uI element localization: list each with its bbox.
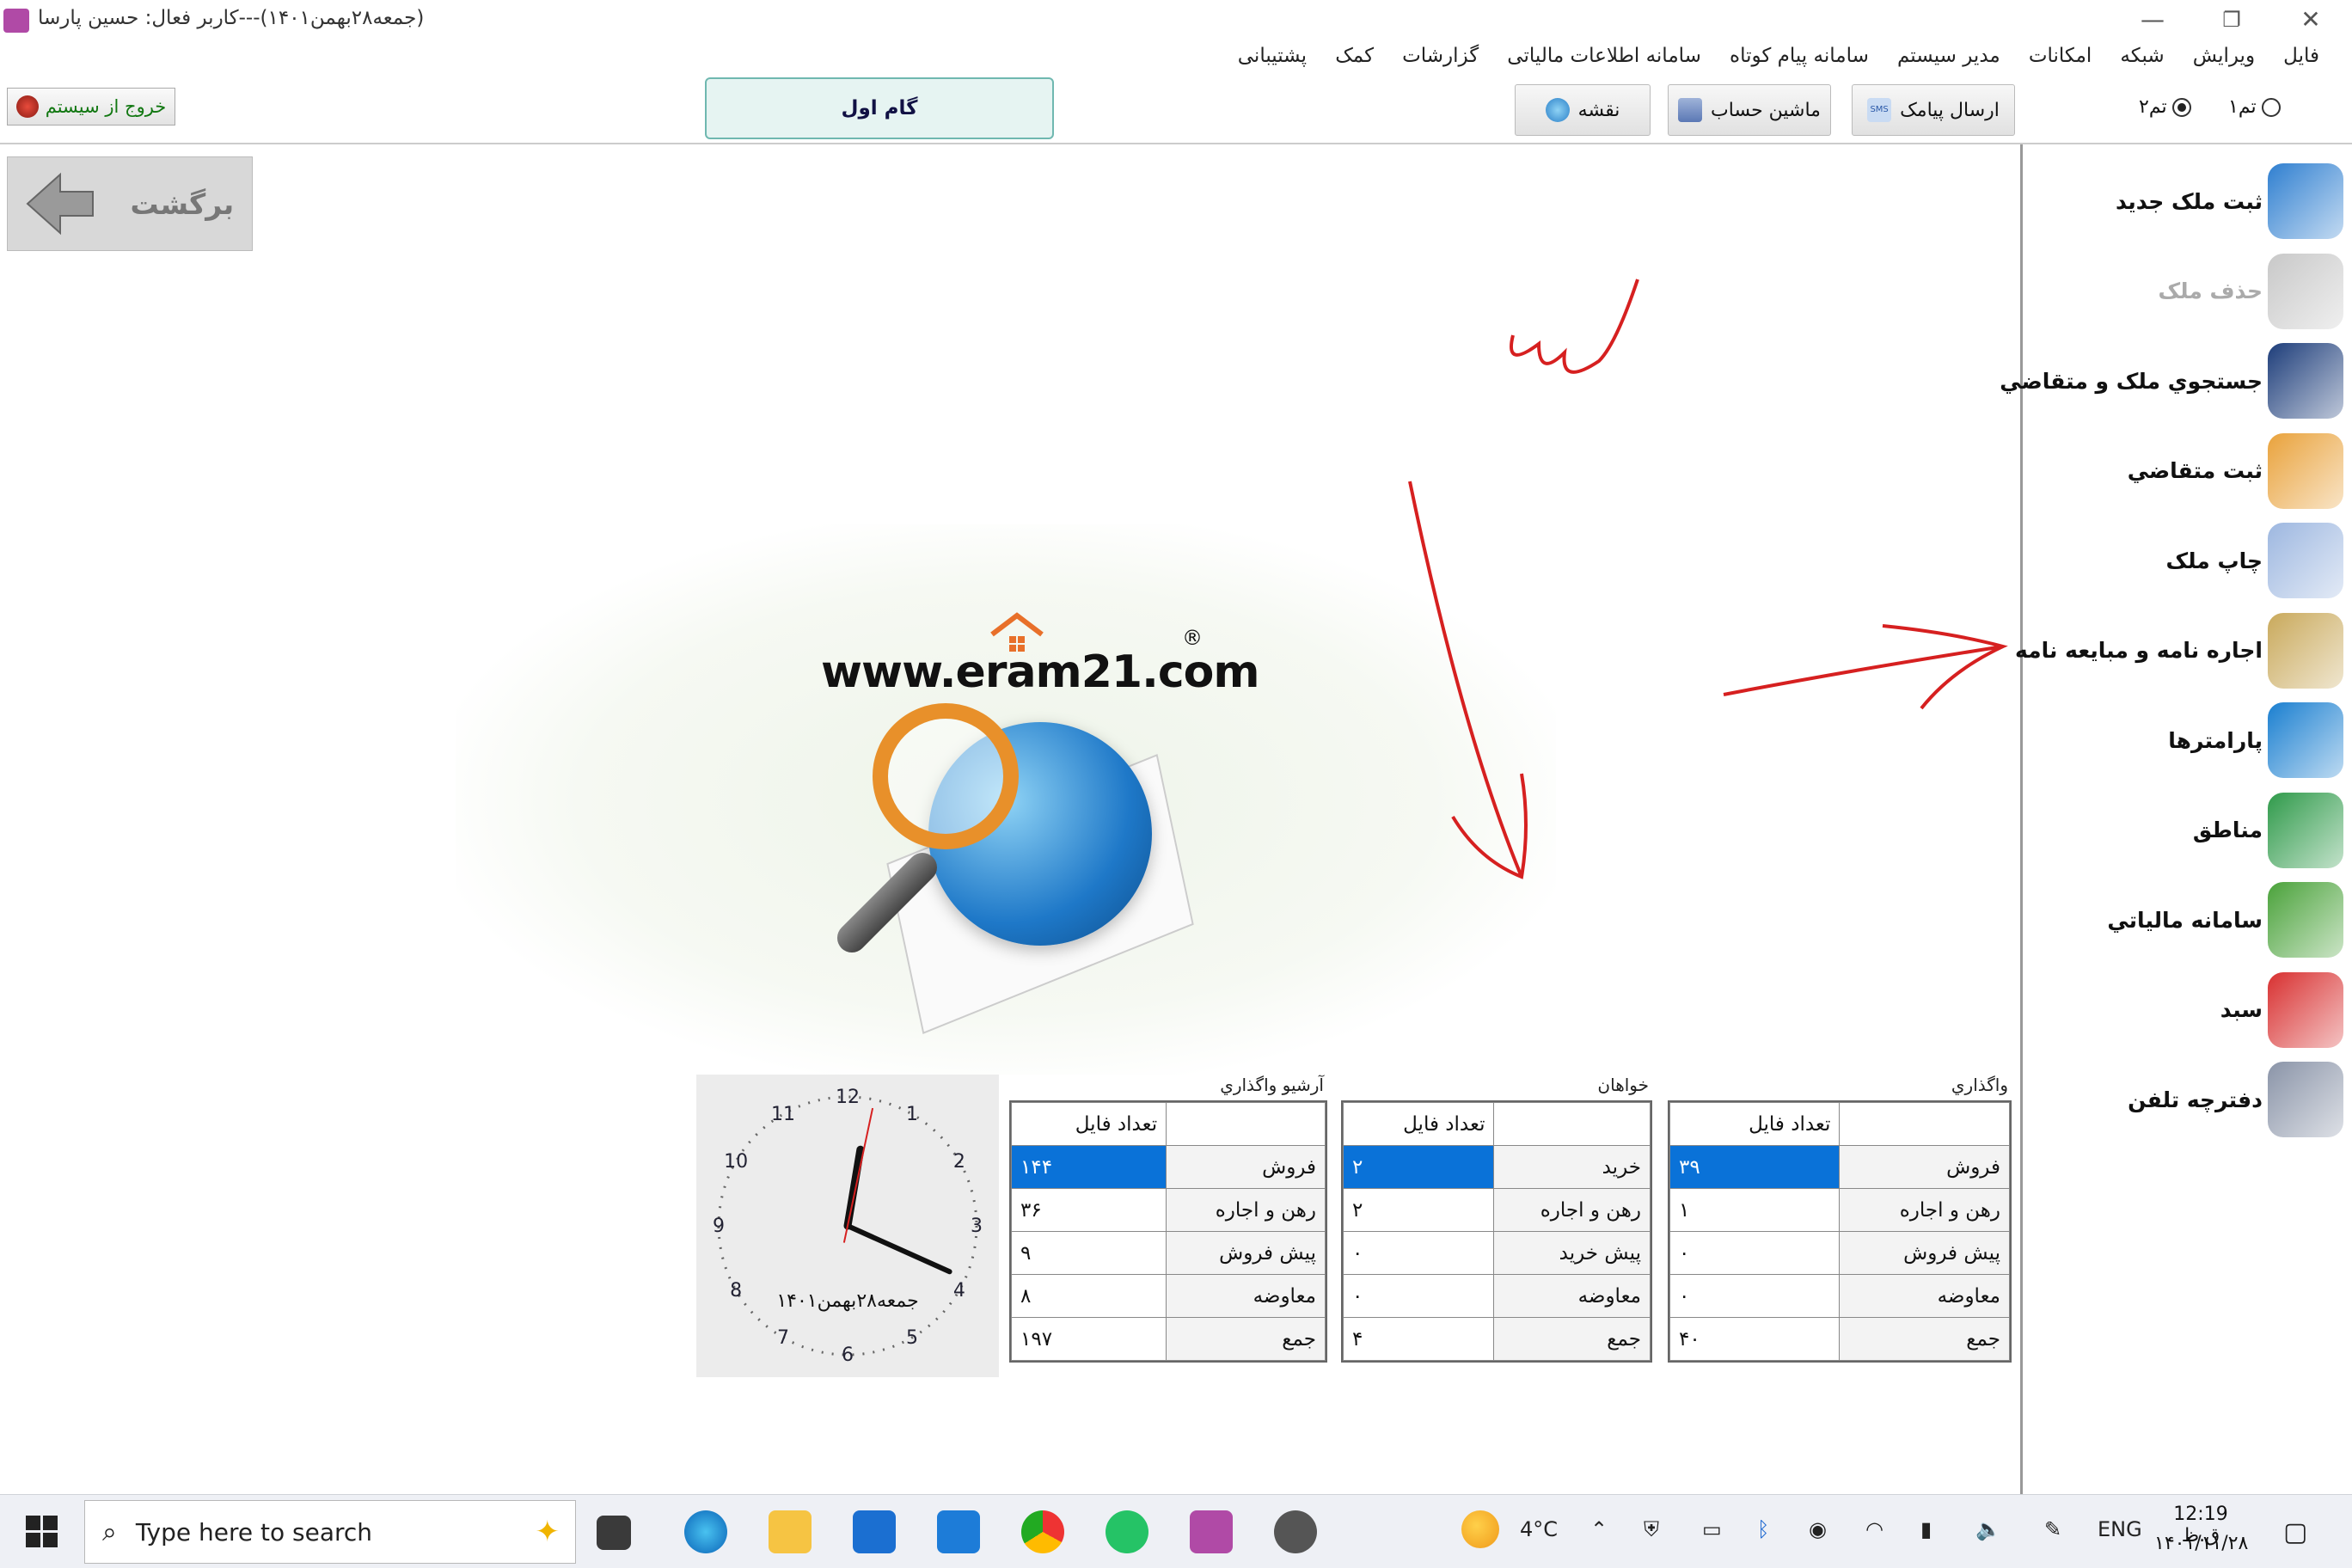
chrome-icon[interactable] xyxy=(1021,1510,1064,1553)
volume-icon[interactable]: 🔈 xyxy=(1975,1517,2001,1541)
wifi-icon[interactable]: ◠ xyxy=(1865,1517,1883,1541)
chevron-up-icon[interactable]: ⌃ xyxy=(1590,1517,1608,1541)
notification-icon[interactable]: ▢ xyxy=(2283,1517,2307,1547)
annotation-arrow-head xyxy=(1882,624,2008,710)
whatsapp-icon[interactable] xyxy=(1106,1510,1148,1553)
search-icon: ⌕ xyxy=(102,1516,117,1547)
task-view-icon[interactable] xyxy=(597,1516,631,1550)
annotation-scribble xyxy=(1510,279,1639,374)
taskbar-search-box[interactable]: ⌕ Type here to search ✦ xyxy=(84,1500,576,1564)
edge-icon[interactable] xyxy=(684,1510,727,1553)
battery-icon[interactable]: ▮ xyxy=(1920,1517,1932,1541)
annotation-layer xyxy=(1408,279,2008,879)
weather-temp[interactable]: 4°C xyxy=(1520,1517,1558,1541)
taskbar: ⌕ Type here to search ✦ 4°C ⌃ ⛨ ▭ ᛒ ◉ ◠ … xyxy=(0,1494,2352,1568)
taskbar-date[interactable]: ۱۴۰۱/۱۱/۲۸ xyxy=(2154,1533,2248,1554)
pen-icon[interactable]: ✎ xyxy=(2044,1517,2061,1541)
annotation-arrow-down xyxy=(1408,481,1523,878)
eram-app-icon[interactable] xyxy=(1190,1510,1233,1553)
shield-icon[interactable]: ⛨ xyxy=(1644,1517,1659,1541)
store-icon[interactable] xyxy=(853,1510,896,1553)
display-icon[interactable]: ▭ xyxy=(1702,1517,1722,1541)
app-tray-icon[interactable]: ◉ xyxy=(1809,1517,1827,1541)
settings-gear-icon[interactable] xyxy=(1274,1510,1317,1553)
weather-icon xyxy=(1461,1510,1499,1548)
bluetooth-icon[interactable]: ᛒ xyxy=(1757,1517,1769,1541)
file-explorer-icon[interactable] xyxy=(769,1510,812,1553)
mail-icon[interactable] xyxy=(937,1510,980,1553)
language-indicator[interactable]: ENG xyxy=(2098,1517,2142,1541)
search-placeholder: Type here to search xyxy=(135,1517,373,1547)
sparkle-icon: ✦ xyxy=(535,1515,560,1549)
windows-start-icon[interactable] xyxy=(26,1516,58,1548)
